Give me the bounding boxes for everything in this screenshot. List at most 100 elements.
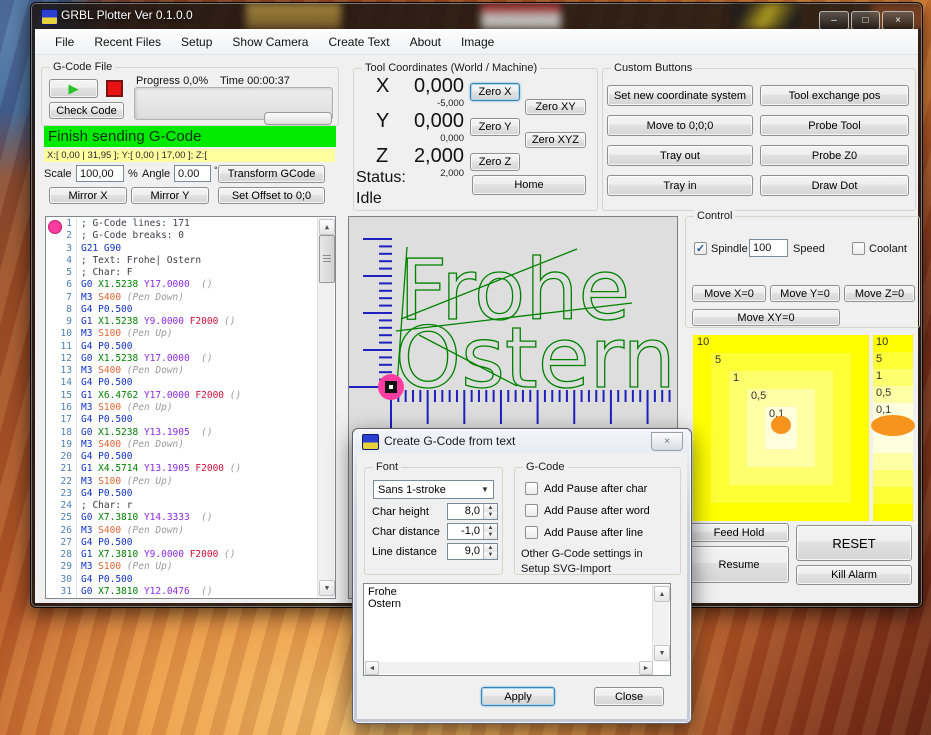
move-xy-0-button[interactable]: Move XY=0 xyxy=(692,309,840,326)
code-line[interactable]: 3G21 G90 xyxy=(46,243,318,255)
code-line[interactable]: 15G1 X6.4762 Y17.0000 F2000 () xyxy=(46,390,318,402)
code-line[interactable]: 16M3 S100 (Pen Up) xyxy=(46,402,318,414)
spin-up-icon[interactable]: ▲ xyxy=(484,524,497,532)
spin-down-icon[interactable]: ▼ xyxy=(484,512,497,520)
title-bar[interactable]: GRBL Plotter Ver 0.1.0.0 – □ × xyxy=(31,3,922,29)
transform-gcode-button[interactable]: Transform GCode xyxy=(218,165,325,183)
menu-item-file[interactable]: File xyxy=(45,29,84,55)
code-line[interactable]: 28G1 X7.3810 Y9.0000 F2000 () xyxy=(46,549,318,561)
code-line[interactable]: 30G4 P0.500 xyxy=(46,574,318,586)
scrollbar-thumb[interactable] xyxy=(319,235,335,283)
code-line[interactable]: 26M3 S400 (Pen Down) xyxy=(46,525,318,537)
char-height-spinner[interactable]: 8,0▲▼ xyxy=(447,503,498,520)
home-button[interactable]: Home xyxy=(472,175,586,195)
code-line[interactable]: 2; G-Code breaks: 0 xyxy=(46,230,318,242)
code-line[interactable]: 29M3 S100 (Pen Up) xyxy=(46,561,318,573)
menu-item-about[interactable]: About xyxy=(400,29,451,55)
dialog-close-button[interactable]: × xyxy=(651,432,683,451)
custom-button-draw-dot[interactable]: Draw Dot xyxy=(760,175,909,196)
code-line[interactable]: 10M3 S100 (Pen Up) xyxy=(46,328,318,340)
spin-down-icon[interactable]: ▼ xyxy=(484,552,497,560)
custom-button-probe-tool[interactable]: Probe Tool xyxy=(760,115,909,136)
dialog-close-action-button[interactable]: Close xyxy=(594,687,664,706)
code-line[interactable]: 17G4 P0.500 xyxy=(46,414,318,426)
code-line[interactable]: 4; Text: Frohe| Ostern xyxy=(46,255,318,267)
custom-button-set-new-coordinate-system[interactable]: Set new coordinate system xyxy=(607,85,753,106)
custom-button-probe-z0[interactable]: Probe Z0 xyxy=(760,145,909,166)
jog-z-zone[interactable] xyxy=(873,487,913,504)
code-line[interactable]: 22M3 S100 (Pen Up) xyxy=(46,476,318,488)
line-distance-spinner[interactable]: 9,0▲▼ xyxy=(447,543,498,560)
code-line[interactable]: 18G0 X1.5238 Y13.1905 () xyxy=(46,427,318,439)
add-pause-after-line-checkbox[interactable] xyxy=(525,526,538,539)
spin-down-icon[interactable]: ▼ xyxy=(484,532,497,540)
check-code-button[interactable]: Check Code xyxy=(49,102,124,119)
code-line[interactable]: 8G4 P0.500 xyxy=(46,304,318,316)
jog-z-zone[interactable] xyxy=(873,504,913,521)
zero-z-button[interactable]: Zero Z xyxy=(470,153,520,171)
code-line[interactable]: 9G1 X1.5238 Y9.0000 F2000 () xyxy=(46,316,318,328)
jog-z-zone[interactable] xyxy=(873,453,913,470)
scroll-up-icon[interactable]: ▲ xyxy=(319,219,335,235)
jog-z-pad[interactable]: 10510,50,1 xyxy=(873,335,913,521)
code-line[interactable]: 20G4 P0.500 xyxy=(46,451,318,463)
feed-hold-button[interactable]: Feed Hold xyxy=(689,523,789,542)
custom-button-move-to-0-0-0[interactable]: Move to 0;0;0 xyxy=(607,115,753,136)
jog-xy-handle[interactable] xyxy=(771,416,791,434)
zero-xyz-button[interactable]: Zero XYZ xyxy=(525,132,586,148)
menu-item-image[interactable]: Image xyxy=(451,29,504,55)
mirror-x-button[interactable]: Mirror X xyxy=(49,187,127,204)
gcode-listbox[interactable]: 1; G-Code lines: 1712; G-Code breaks: 03… xyxy=(45,216,336,599)
scroll-up-icon[interactable]: ▲ xyxy=(654,586,670,602)
progress-slider-thumb[interactable] xyxy=(264,112,332,125)
code-line[interactable]: 7M3 S400 (Pen Down) xyxy=(46,292,318,304)
code-line[interactable]: 6G0 X1.5238 Y17.0000 () xyxy=(46,279,318,291)
mirror-y-button[interactable]: Mirror Y xyxy=(131,187,209,204)
move-move-x-0-button[interactable]: Move X=0 xyxy=(692,285,766,302)
code-line[interactable]: 27G4 P0.500 xyxy=(46,537,318,549)
text-hscrollbar[interactable]: ◄ ► xyxy=(365,662,653,674)
code-line[interactable]: 25G0 X7.3810 Y14.3333 () xyxy=(46,512,318,524)
text-input[interactable]: Frohe Ostern xyxy=(365,585,653,662)
jog-z-zone[interactable] xyxy=(873,436,913,453)
resume-button[interactable]: Resume xyxy=(689,546,789,583)
custom-button-tray-out[interactable]: Tray out xyxy=(607,145,753,166)
spin-up-icon[interactable]: ▲ xyxy=(484,544,497,552)
scale-input[interactable]: 100,00 xyxy=(76,165,124,182)
scroll-left-icon[interactable]: ◄ xyxy=(365,661,379,675)
scroll-right-icon[interactable]: ► xyxy=(639,661,653,675)
custom-button-tray-in[interactable]: Tray in xyxy=(607,175,753,196)
code-line[interactable]: 1; G-Code lines: 171 xyxy=(46,218,318,230)
code-line[interactable]: 19M3 S400 (Pen Down) xyxy=(46,439,318,451)
scroll-down-icon[interactable]: ▼ xyxy=(654,645,670,661)
char-distance-spinner[interactable]: -1,0▲▼ xyxy=(447,523,498,540)
menu-item-show-camera[interactable]: Show Camera xyxy=(222,29,318,55)
menu-item-recent-files[interactable]: Recent Files xyxy=(84,29,171,55)
zero-y-button[interactable]: Zero Y xyxy=(470,118,520,136)
zero-x-button[interactable]: Zero X xyxy=(470,83,520,101)
maximize-button[interactable]: □ xyxy=(851,11,880,29)
code-line[interactable]: 24; Char: r xyxy=(46,500,318,512)
jog-xy-pad[interactable]: 10510,50,1 xyxy=(693,335,869,521)
set-offset-button[interactable]: Set Offset to 0;0 xyxy=(218,187,325,204)
code-line[interactable]: 5; Char: F xyxy=(46,267,318,279)
menu-item-create-text[interactable]: Create Text xyxy=(318,29,399,55)
add-pause-after-char-checkbox[interactable] xyxy=(525,482,538,495)
code-line[interactable]: 23G4 P0.500 xyxy=(46,488,318,500)
spin-up-icon[interactable]: ▲ xyxy=(484,504,497,512)
code-line[interactable]: 11G4 P0.500 xyxy=(46,341,318,353)
code-line[interactable]: 12G0 X1.5238 Y17.0000 () xyxy=(46,353,318,365)
zero-xy-button[interactable]: Zero XY xyxy=(525,99,586,115)
jog-z-handle[interactable] xyxy=(871,415,915,436)
code-line[interactable]: 31G0 X7.3810 Y12.0476 () xyxy=(46,586,318,598)
run-button[interactable]: ▶ xyxy=(49,79,98,98)
code-line[interactable]: 21G1 X4.5714 Y13.1905 F2000 () xyxy=(46,463,318,475)
stop-button[interactable] xyxy=(106,80,123,97)
menu-item-setup[interactable]: Setup xyxy=(171,29,222,55)
minimize-button[interactable]: – xyxy=(819,11,849,29)
jog-z-zone[interactable] xyxy=(873,470,913,487)
close-button[interactable]: × xyxy=(882,11,914,29)
move-move-z-0-button[interactable]: Move Z=0 xyxy=(844,285,915,302)
custom-button-tool-exchange-pos[interactable]: Tool exchange pos xyxy=(760,85,909,106)
reset-button[interactable]: RESET xyxy=(796,525,912,561)
